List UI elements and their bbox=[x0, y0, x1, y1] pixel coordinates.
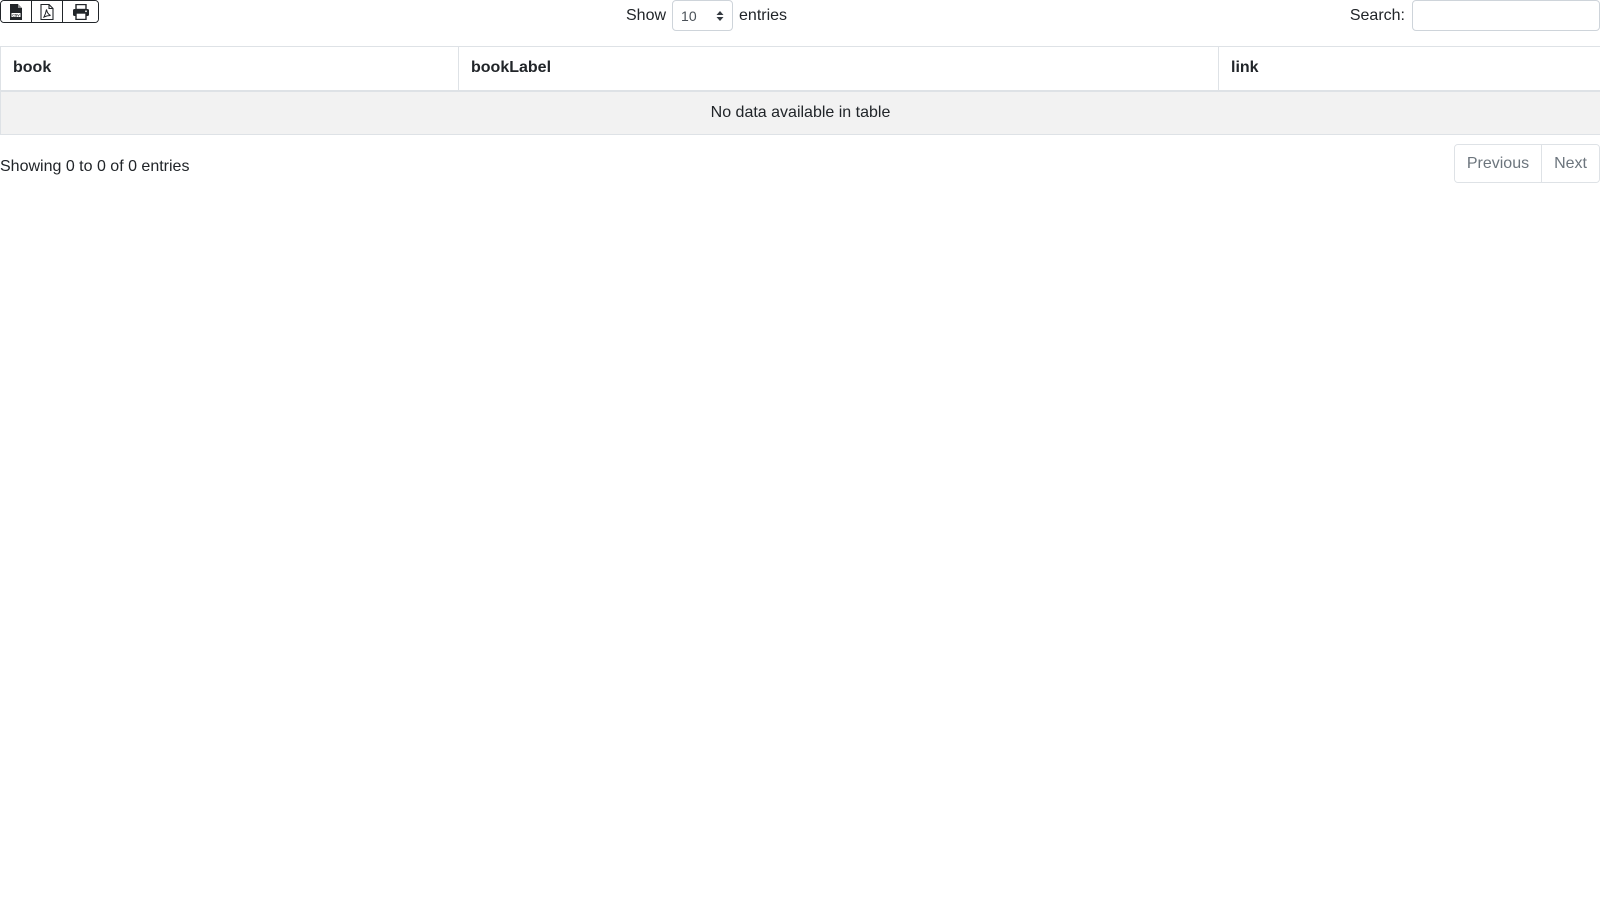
next-page-button[interactable]: Next bbox=[1541, 145, 1599, 182]
print-button[interactable] bbox=[63, 1, 98, 22]
length-prefix-label: Show bbox=[626, 6, 667, 24]
column-header-book[interactable]: book bbox=[0, 46, 459, 92]
column-header-booklabel[interactable]: bookLabel bbox=[458, 46, 1219, 92]
previous-page-button[interactable]: Previous bbox=[1454, 145, 1542, 182]
entries-per-page-select[interactable]: 10 bbox=[672, 0, 734, 31]
table-footer: Showing 0 to 0 of 0 entries Previous Nex… bbox=[0, 135, 1600, 195]
length-suffix-label: entries bbox=[739, 6, 788, 24]
results-table: book bookLabel link No data available in… bbox=[0, 46, 1600, 135]
select-arrows-icon bbox=[716, 11, 724, 21]
entries-info: Showing 0 to 0 of 0 entries bbox=[0, 158, 190, 175]
pdf-file-icon bbox=[40, 3, 54, 20]
search-control: Search: bbox=[1350, 0, 1600, 31]
table-row: No data available in table bbox=[0, 90, 1600, 135]
csv-file-icon: CSV bbox=[10, 3, 22, 20]
print-icon bbox=[72, 3, 89, 20]
table-controls: CSV Show 10 entries Search: bbox=[0, 0, 1600, 46]
table-header-row: book bookLabel link bbox=[0, 46, 1600, 92]
export-button-group: CSV bbox=[0, 0, 99, 23]
pagination: Previous Next bbox=[1453, 144, 1600, 183]
entries-per-page-value: 10 bbox=[681, 7, 697, 24]
column-header-link[interactable]: link bbox=[1218, 46, 1600, 92]
export-pdf-button[interactable] bbox=[32, 1, 63, 22]
search-input[interactable] bbox=[1412, 0, 1600, 31]
empty-table-message: No data available in table bbox=[0, 90, 1600, 135]
search-label: Search: bbox=[1349, 6, 1405, 24]
entries-length-control: Show 10 entries bbox=[626, 0, 787, 31]
export-csv-button[interactable]: CSV bbox=[1, 1, 32, 22]
svg-text:CSV: CSV bbox=[12, 13, 20, 17]
